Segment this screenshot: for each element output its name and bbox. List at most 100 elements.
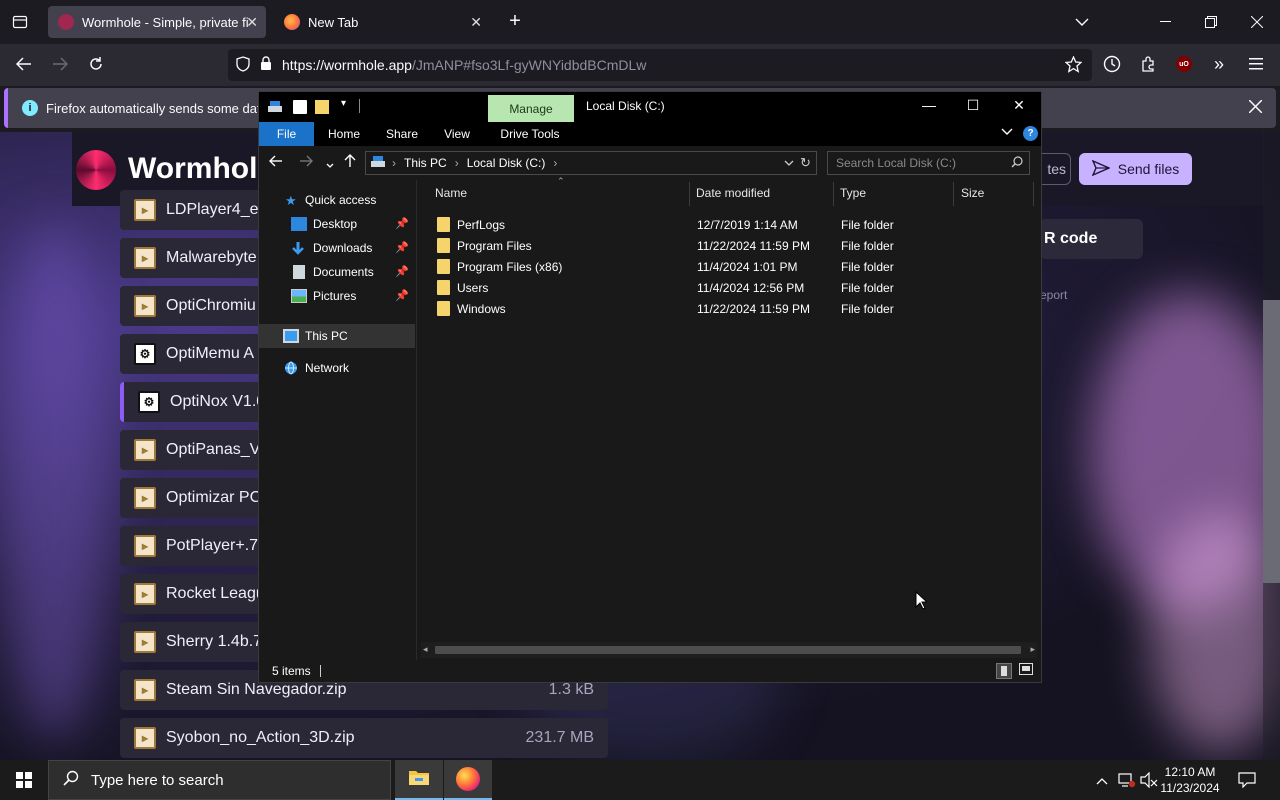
- executable-file-icon: ⚙: [138, 391, 160, 413]
- explorer-minimize-icon[interactable]: —: [919, 97, 939, 113]
- explorer-search-input[interactable]: Search Local Disk (C:): [827, 151, 1030, 175]
- help-icon[interactable]: ?: [1023, 126, 1038, 141]
- close-tab-icon[interactable]: ✕: [470, 14, 482, 31]
- nav-documents[interactable]: Documents 📌: [259, 260, 415, 284]
- breadcrumb-this-pc[interactable]: This PC: [404, 156, 447, 170]
- file-row-program-files[interactable]: Program Files 11/22/2024 11:59 PM File f…: [417, 235, 1027, 256]
- address-bar[interactable]: https://wormhole.app/JmANP#fso3Lf-gyWNYi…: [228, 49, 1092, 81]
- nav-pictures[interactable]: Pictures 📌: [259, 284, 415, 308]
- notification-center-icon[interactable]: [1238, 772, 1256, 793]
- address-history-chevron-icon[interactable]: [784, 155, 794, 169]
- breadcrumb-chevron-icon[interactable]: ›: [392, 156, 396, 170]
- column-divider[interactable]: [953, 182, 954, 206]
- taskbar-firefox[interactable]: [444, 760, 492, 800]
- hamburger-menu-icon[interactable]: [1246, 54, 1266, 74]
- large-icons-view-icon[interactable]: [1019, 663, 1033, 678]
- manage-contextual-tab[interactable]: Manage: [488, 95, 574, 122]
- file-row-program-files-x86[interactable]: Program Files (x86) 11/4/2024 1:01 PM Fi…: [417, 256, 1027, 277]
- bookmark-star-icon[interactable]: [1064, 55, 1083, 76]
- firefox-view-icon[interactable]: [1102, 54, 1122, 74]
- more-tools-chevron-icon[interactable]: »: [1209, 54, 1229, 74]
- column-header-date-modified[interactable]: Date modified: [696, 186, 770, 200]
- send-files-button[interactable]: Send files: [1079, 153, 1192, 185]
- details-view-icon[interactable]: [996, 663, 1012, 679]
- qr-code-button[interactable]: R code: [1040, 219, 1143, 259]
- nav-network[interactable]: Network: [259, 356, 415, 380]
- tab-new-tab[interactable]: New Tab ✕: [274, 6, 490, 38]
- volume-muted-icon[interactable]: [1140, 771, 1158, 793]
- close-tab-icon[interactable]: ✕: [246, 14, 258, 31]
- ribbon-tab-file[interactable]: File: [259, 122, 314, 146]
- file-row-users[interactable]: Users 11/4/2024 12:56 PM File folder: [417, 277, 1027, 298]
- explorer-close-icon[interactable]: ✕: [1009, 97, 1029, 114]
- explorer-maximize-icon[interactable]: ☐: [963, 97, 983, 114]
- tab-list-icon[interactable]: [10, 12, 30, 32]
- tracking-protection-shield-icon[interactable]: [236, 55, 250, 75]
- breadcrumb-local-disk[interactable]: Local Disk (C:): [467, 156, 546, 170]
- column-divider[interactable]: [833, 182, 834, 206]
- pin-icon[interactable]: 📌: [395, 241, 409, 254]
- pin-icon[interactable]: 📌: [395, 265, 409, 278]
- customize-quick-access-icon[interactable]: ▾: [341, 98, 346, 109]
- ublock-origin-icon[interactable]: uO: [1174, 54, 1194, 74]
- reload-icon[interactable]: [86, 54, 106, 74]
- pin-icon[interactable]: 📌: [395, 217, 409, 230]
- nav-desktop[interactable]: Desktop 📌: [259, 212, 415, 236]
- wormhole-brand[interactable]: Wormhole: [128, 152, 274, 186]
- scroll-left-icon[interactable]: ◂: [423, 644, 428, 655]
- explorer-address-bar[interactable]: › This PC › Local Disk (C:) › ↻: [365, 151, 817, 175]
- up-folder-icon[interactable]: [344, 154, 356, 172]
- ribbon-tab-share[interactable]: Share: [377, 122, 427, 146]
- file-row-windows[interactable]: Windows 11/22/2024 11:59 PM File folder: [417, 298, 1027, 319]
- system-clock[interactable]: 12:10 AM 11/23/2024: [1158, 764, 1222, 796]
- taskbar-search-input[interactable]: Type here to search: [48, 760, 391, 800]
- explorer-address-row: › This PC › Local Disk (C:) › ↻ Search L…: [259, 146, 1041, 180]
- column-divider[interactable]: [1033, 182, 1034, 206]
- scroll-right-icon[interactable]: ▸: [1030, 644, 1035, 655]
- column-divider[interactable]: [689, 182, 690, 206]
- search-icon[interactable]: [1011, 156, 1023, 171]
- new-tab-icon[interactable]: +: [504, 10, 526, 32]
- folder-icon: [437, 259, 450, 274]
- horizontal-scrollbar[interactable]: ◂ ▸: [421, 642, 1037, 658]
- show-hidden-icons-chevron-icon[interactable]: [1096, 772, 1108, 790]
- tab-wormhole[interactable]: Wormhole - Simple, private file ✕: [48, 6, 266, 38]
- explorer-forward-icon[interactable]: [299, 154, 313, 171]
- shared-file-row[interactable]: ▸ Syobon_no_Action_3D.zip 231.7 MB: [120, 718, 608, 758]
- windows-start-icon[interactable]: [16, 772, 32, 788]
- page-scrollbar-thumb[interactable]: [1263, 300, 1280, 583]
- ribbon-tab-drive-tools[interactable]: Drive Tools: [491, 122, 569, 146]
- back-icon[interactable]: [14, 54, 34, 74]
- new-folder-icon[interactable]: [315, 100, 329, 114]
- column-header-name[interactable]: Name: [435, 186, 467, 200]
- nav-downloads[interactable]: Downloads 📌: [259, 236, 415, 260]
- nav-quick-access[interactable]: ★ Quick access: [259, 188, 415, 212]
- breadcrumb-chevron-icon[interactable]: ›: [455, 156, 459, 170]
- network-status-icon[interactable]: [1118, 772, 1136, 793]
- column-header-type[interactable]: Type: [840, 186, 866, 200]
- ribbon-tab-home[interactable]: Home: [319, 122, 369, 146]
- refresh-icon[interactable]: ↻: [800, 155, 811, 171]
- extensions-icon[interactable]: [1138, 54, 1158, 74]
- lock-icon[interactable]: [260, 56, 272, 74]
- nav-this-pc[interactable]: This PC: [259, 324, 415, 348]
- column-header-size[interactable]: Size: [961, 186, 984, 200]
- recent-locations-icon[interactable]: [326, 156, 334, 173]
- explorer-back-icon[interactable]: [269, 154, 283, 171]
- taskbar-file-explorer[interactable]: [395, 760, 443, 800]
- breadcrumb-chevron-icon[interactable]: ›: [553, 156, 557, 170]
- close-window-icon[interactable]: [1247, 12, 1267, 32]
- horizontal-scrollbar-thumb[interactable]: [435, 646, 1021, 654]
- pin-icon[interactable]: 📌: [395, 289, 409, 302]
- wormhole-logo-icon[interactable]: [76, 150, 116, 190]
- properties-icon[interactable]: [293, 100, 307, 114]
- report-link[interactable]: eport: [1040, 283, 1084, 307]
- expand-ribbon-icon[interactable]: [1001, 127, 1013, 139]
- minimize-icon[interactable]: [1156, 12, 1176, 32]
- ribbon-tab-view[interactable]: View: [435, 122, 479, 146]
- close-notification-icon[interactable]: [1248, 99, 1263, 116]
- forward-icon[interactable]: [50, 54, 70, 74]
- file-row-perflogs[interactable]: PerfLogs 12/7/2019 1:14 AM File folder: [417, 214, 1027, 235]
- list-all-tabs-icon[interactable]: [1072, 12, 1092, 32]
- restore-icon[interactable]: [1201, 12, 1221, 32]
